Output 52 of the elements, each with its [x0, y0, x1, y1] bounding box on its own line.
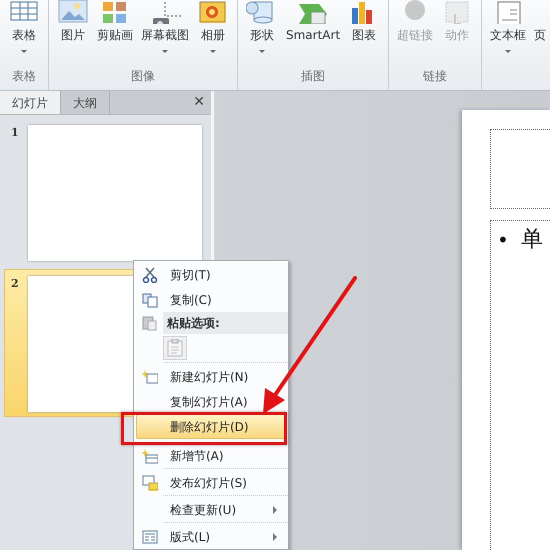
- close-button[interactable]: ✕: [187, 91, 211, 114]
- menu-item[interactable]: 删除幻灯片(D): [136, 414, 286, 439]
- slide-number: 2: [11, 276, 20, 292]
- group-label: 图像: [130, 68, 156, 85]
- camera-icon: [153, 2, 181, 24]
- copy-icon: [142, 293, 157, 307]
- clipboard-icon: [142, 316, 156, 330]
- scissors-icon: [142, 266, 157, 282]
- caret-icon: [259, 50, 265, 53]
- ribbon-button[interactable]: 表格: [6, 0, 42, 66]
- smartart-icon: [299, 4, 328, 24]
- ribbon-button[interactable]: 图片: [55, 0, 91, 66]
- new-slide-icon: [142, 370, 158, 383]
- caret-icon: [162, 50, 168, 53]
- album-icon: [200, 2, 226, 22]
- publish-slide-icon: [142, 475, 158, 490]
- ribbon-button[interactable]: 文本框: [488, 0, 528, 66]
- pane-tab[interactable]: 幻灯片: [0, 91, 61, 114]
- group-label: 插图: [300, 68, 326, 85]
- submenu-arrow-icon: [273, 532, 277, 540]
- submenu-arrow-icon: [273, 506, 277, 514]
- ribbon-button[interactable]: 相册: [195, 0, 231, 66]
- clipboard-icon: [168, 339, 182, 356]
- ribbon-button[interactable]: 剪贴画: [95, 0, 135, 66]
- paste-option-button[interactable]: [163, 336, 187, 360]
- table-icon: [10, 2, 38, 20]
- caret-icon: [210, 50, 216, 53]
- ribbon-button[interactable]: 图表: [346, 0, 382, 66]
- menu-section-header: 粘贴选项:: [163, 312, 288, 334]
- bar-chart-icon: [352, 2, 372, 24]
- picture-icon: [58, 0, 88, 22]
- caret-icon: [505, 50, 512, 53]
- group-label: 表格: [11, 68, 37, 85]
- group-label: 链接: [422, 68, 448, 85]
- ribbon-button[interactable]: 屏幕截图: [139, 0, 191, 66]
- ribbon-button[interactable]: SmartArt: [284, 0, 342, 66]
- text-box-icon: [498, 2, 521, 24]
- ribbon-button[interactable]: 形状: [244, 0, 280, 66]
- slide-number: 1: [11, 125, 20, 141]
- menu-item[interactable]: 发布幻灯片(S): [136, 470, 286, 495]
- caret-icon: [21, 50, 27, 53]
- layout-icon: [142, 530, 157, 543]
- menu-item[interactable]: 检查更新(U): [136, 497, 286, 522]
- cylinder-icon: [246, 2, 272, 24]
- ribbon-button[interactable]: 页: [532, 0, 548, 66]
- menu-item[interactable]: 版式(L): [136, 524, 286, 549]
- body-text: 单: [520, 226, 543, 254]
- clip-art-icon: [103, 2, 126, 23]
- menu-item[interactable]: 新增节(A): [136, 443, 286, 468]
- section-icon: [142, 448, 158, 463]
- slide-thumbnail[interactable]: [28, 125, 202, 261]
- bullet-mark: •: [497, 227, 509, 254]
